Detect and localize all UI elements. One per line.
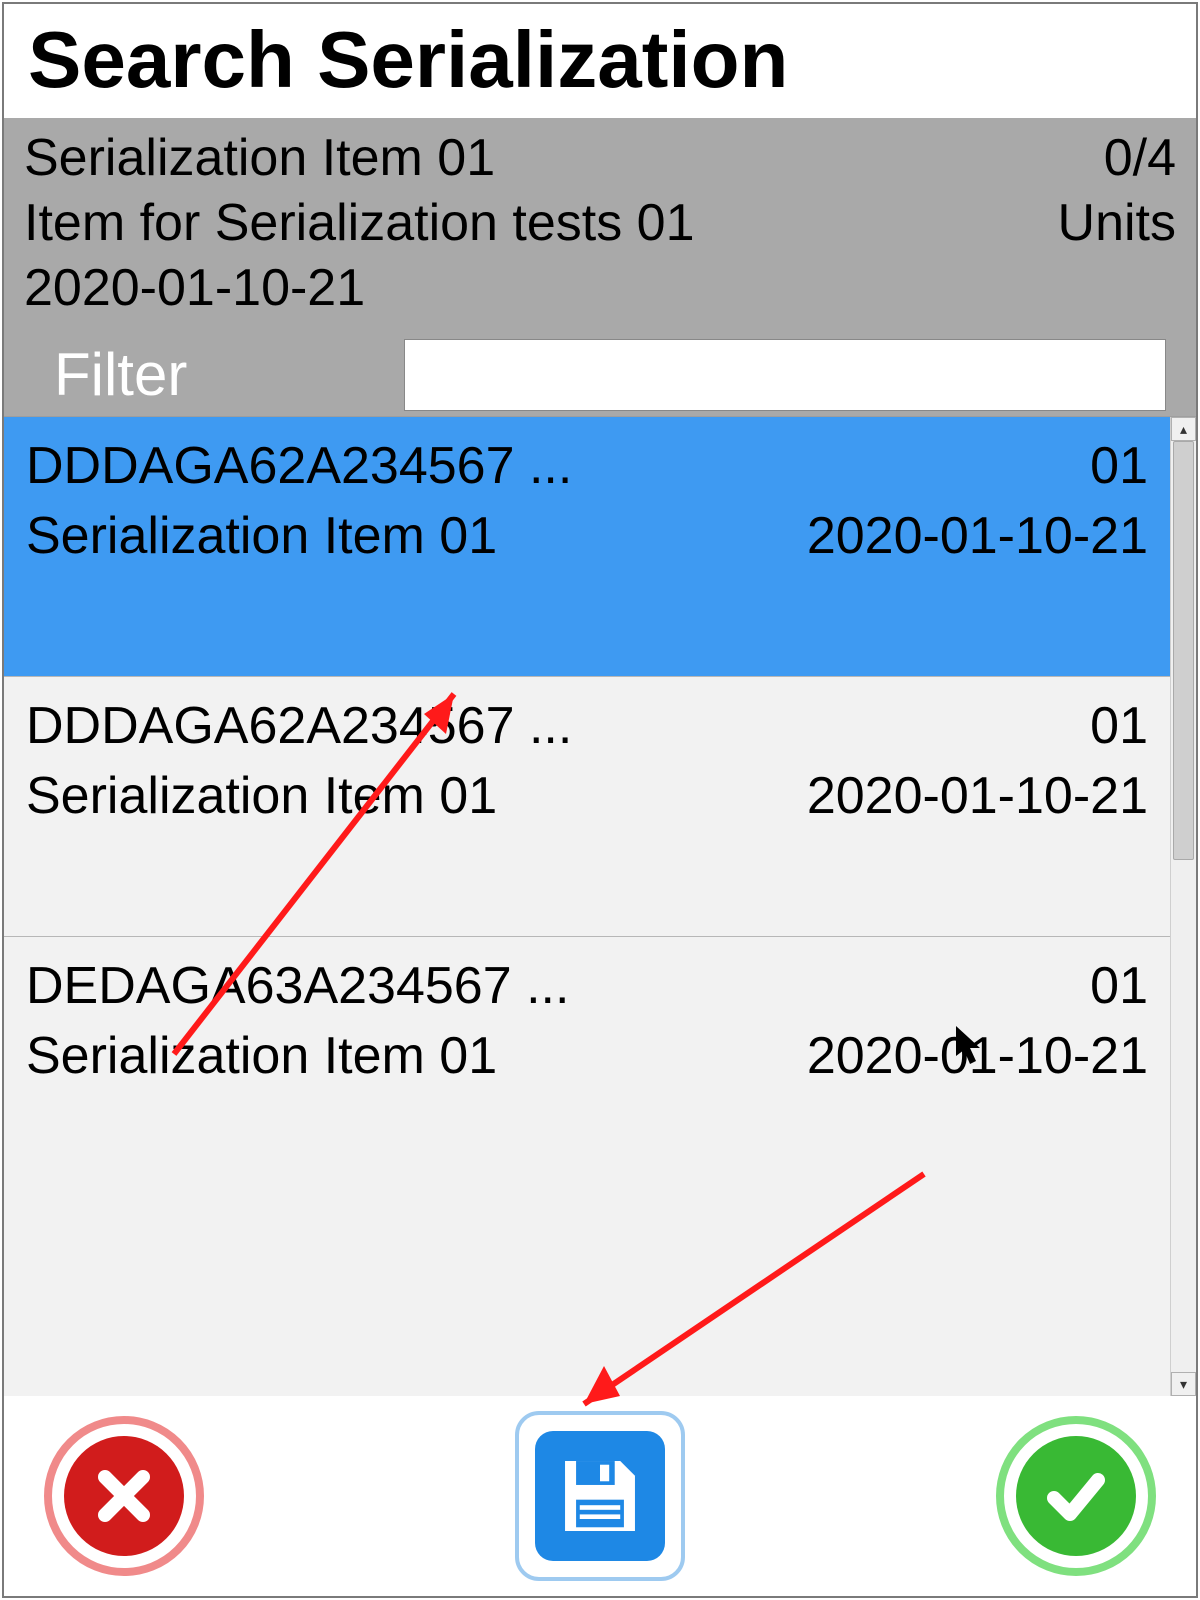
serial-date: 2020-01-10-21: [807, 1021, 1148, 1091]
list-item[interactable]: DDDAGA62A234567 ... 01 Serialization Ite…: [4, 677, 1170, 937]
scroll-thumb[interactable]: [1173, 441, 1194, 860]
serial-number: DEDAGA63A234567 ...: [26, 951, 569, 1021]
filter-label: Filter: [24, 337, 404, 412]
item-batch: 2020-01-10-21: [24, 256, 1176, 321]
serial-code: 01: [1090, 691, 1148, 761]
confirm-button[interactable]: [996, 1416, 1156, 1576]
app-frame: Search Serialization Serialization Item …: [2, 2, 1198, 1598]
save-button[interactable]: [515, 1411, 685, 1581]
scroll-track[interactable]: [1171, 441, 1196, 1372]
results-list: DDDAGA62A234567 ... 01 Serialization Ite…: [4, 417, 1170, 1396]
check-icon: [1016, 1436, 1136, 1556]
serial-date: 2020-01-10-21: [807, 761, 1148, 831]
scroll-up-icon[interactable]: ▴: [1171, 417, 1196, 441]
list-item[interactable]: DDDAGA62A234567 ... 01 Serialization Ite…: [4, 417, 1170, 677]
serial-code: 01: [1090, 431, 1148, 501]
results-list-wrap: DDDAGA62A234567 ... 01 Serialization Ite…: [4, 416, 1196, 1396]
footer-toolbar: [4, 1396, 1196, 1596]
cancel-button[interactable]: [44, 1416, 204, 1576]
serial-item-name: Serialization Item 01: [26, 761, 497, 831]
item-description: Item for Serialization tests 01: [24, 191, 695, 256]
filter-row: Filter: [24, 321, 1176, 416]
units-label: Units: [1058, 191, 1176, 256]
serial-item-name: Serialization Item 01: [26, 1021, 497, 1091]
scrollbar[interactable]: ▴ ▾: [1170, 417, 1196, 1396]
list-item[interactable]: DEDAGA63A234567 ... 01 Serialization Ite…: [4, 937, 1170, 1197]
floppy-disk-icon: [535, 1431, 665, 1561]
serial-number: DDDAGA62A234567 ...: [26, 431, 572, 501]
item-header: Serialization Item 01 0/4 Item for Seria…: [4, 118, 1196, 416]
filter-input[interactable]: [404, 339, 1166, 411]
item-count: 0/4: [1104, 126, 1176, 191]
serial-item-name: Serialization Item 01: [26, 501, 497, 571]
scroll-down-icon[interactable]: ▾: [1171, 1372, 1196, 1396]
page-title: Search Serialization: [4, 4, 1196, 118]
item-name: Serialization Item 01: [24, 126, 495, 191]
serial-number: DDDAGA62A234567 ...: [26, 691, 572, 761]
serial-date: 2020-01-10-21: [807, 501, 1148, 571]
serial-code: 01: [1090, 951, 1148, 1021]
close-icon: [64, 1436, 184, 1556]
